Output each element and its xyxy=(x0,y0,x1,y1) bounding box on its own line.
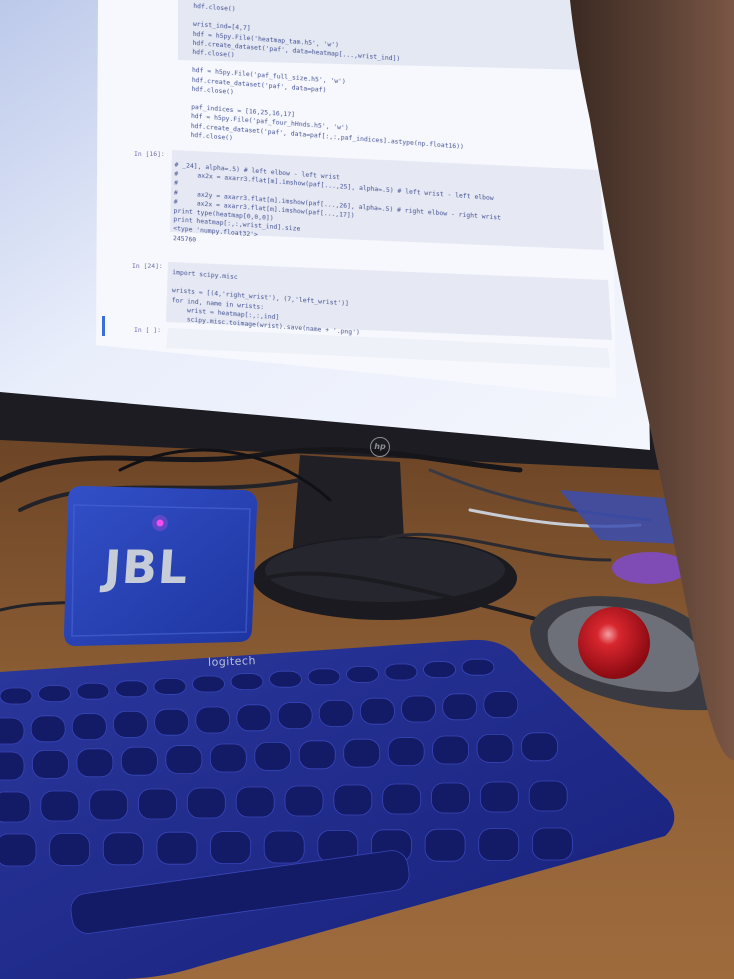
keyboard-key xyxy=(382,783,422,815)
keyboard-key xyxy=(0,751,25,781)
keyboard-key xyxy=(38,685,71,702)
keyboard-key xyxy=(236,704,272,732)
keyboard-key xyxy=(423,661,456,678)
keyboard-key xyxy=(318,700,354,727)
keyboard-key xyxy=(113,711,148,738)
keyboard-key xyxy=(195,706,231,734)
keyboard-key xyxy=(76,682,110,700)
keyboard-key xyxy=(298,740,336,770)
keyboard-key xyxy=(263,830,305,864)
keyboard-key xyxy=(120,746,158,776)
logitech-logo: logitech xyxy=(207,654,257,669)
notebook-code: hdf.close() wrist_ind=[4,7] hdf = h5py.F… xyxy=(163,0,610,373)
keyboard-key xyxy=(76,748,114,778)
keyboard-key xyxy=(154,708,190,736)
keyboard-key xyxy=(479,781,519,813)
keyboard-key xyxy=(210,831,251,864)
keyboard-key xyxy=(153,678,187,695)
keyboard-key xyxy=(235,786,275,818)
keyboard-key xyxy=(165,745,203,774)
keyboard-key xyxy=(89,789,129,821)
keyboard-key xyxy=(478,828,520,861)
cell-prompt: In [24]: xyxy=(132,262,163,270)
keyboard-key xyxy=(359,697,395,725)
keyboard-key xyxy=(431,782,470,814)
cell-prompt: In [ ]: xyxy=(134,326,161,334)
trackball-ball xyxy=(578,607,650,679)
keyboard-key xyxy=(115,680,148,698)
code-line: # xyxy=(174,178,179,188)
keyboard-key xyxy=(401,695,436,723)
keyboard-key xyxy=(461,658,495,676)
keyboard-key xyxy=(476,734,514,763)
keyboard-key xyxy=(49,833,91,866)
keyboard-key xyxy=(521,732,558,762)
keyboard-key xyxy=(384,663,418,681)
keyboard-key xyxy=(0,833,37,867)
purple-sticker xyxy=(612,552,688,584)
keyboard-key xyxy=(192,675,225,693)
monitor-base-top xyxy=(265,538,505,602)
keyboard-key xyxy=(138,788,177,820)
keyboard-key xyxy=(531,827,573,861)
keyboard-key xyxy=(442,693,478,721)
cell-prompt: In [16]: xyxy=(134,150,165,158)
keyboard-key xyxy=(307,668,341,686)
keyboard-key xyxy=(254,742,292,771)
keyboard-key xyxy=(277,702,313,729)
hp-logo: hp xyxy=(370,437,390,457)
keyboard-key xyxy=(284,785,324,817)
active-cell-marker xyxy=(102,316,105,336)
keyboard-key xyxy=(483,691,519,718)
keyboard-key xyxy=(0,687,33,705)
keyboard-key xyxy=(346,666,379,683)
photo-scene: hp hdf.close() wrist_ind=[4,7] hdf = h5p… xyxy=(0,0,734,979)
keyboard-key xyxy=(387,737,425,766)
keyboard-key xyxy=(156,831,198,865)
code-line: 245760 xyxy=(172,233,197,244)
keyboard-key xyxy=(0,791,31,823)
jbl-logo: JBL xyxy=(102,540,191,594)
keyboard-key xyxy=(186,787,226,819)
keyboard-key xyxy=(343,738,381,768)
keyboard-key xyxy=(32,750,69,779)
keyboard-key xyxy=(71,713,107,740)
keyboard-key xyxy=(230,673,264,690)
keyboard-key xyxy=(102,832,144,866)
keyboard-key xyxy=(432,735,470,765)
keyboard-key xyxy=(333,784,373,816)
keyboard-key xyxy=(40,790,80,822)
keyboard-key xyxy=(269,670,302,688)
keyboard-key xyxy=(528,780,568,812)
keyboard-key xyxy=(0,717,25,745)
code-line: import scipy.misc xyxy=(172,268,238,282)
keyboard-key xyxy=(30,715,66,743)
speaker-led-glow xyxy=(152,515,168,531)
keyboard-key xyxy=(209,743,247,773)
keyboard-key xyxy=(424,828,466,862)
